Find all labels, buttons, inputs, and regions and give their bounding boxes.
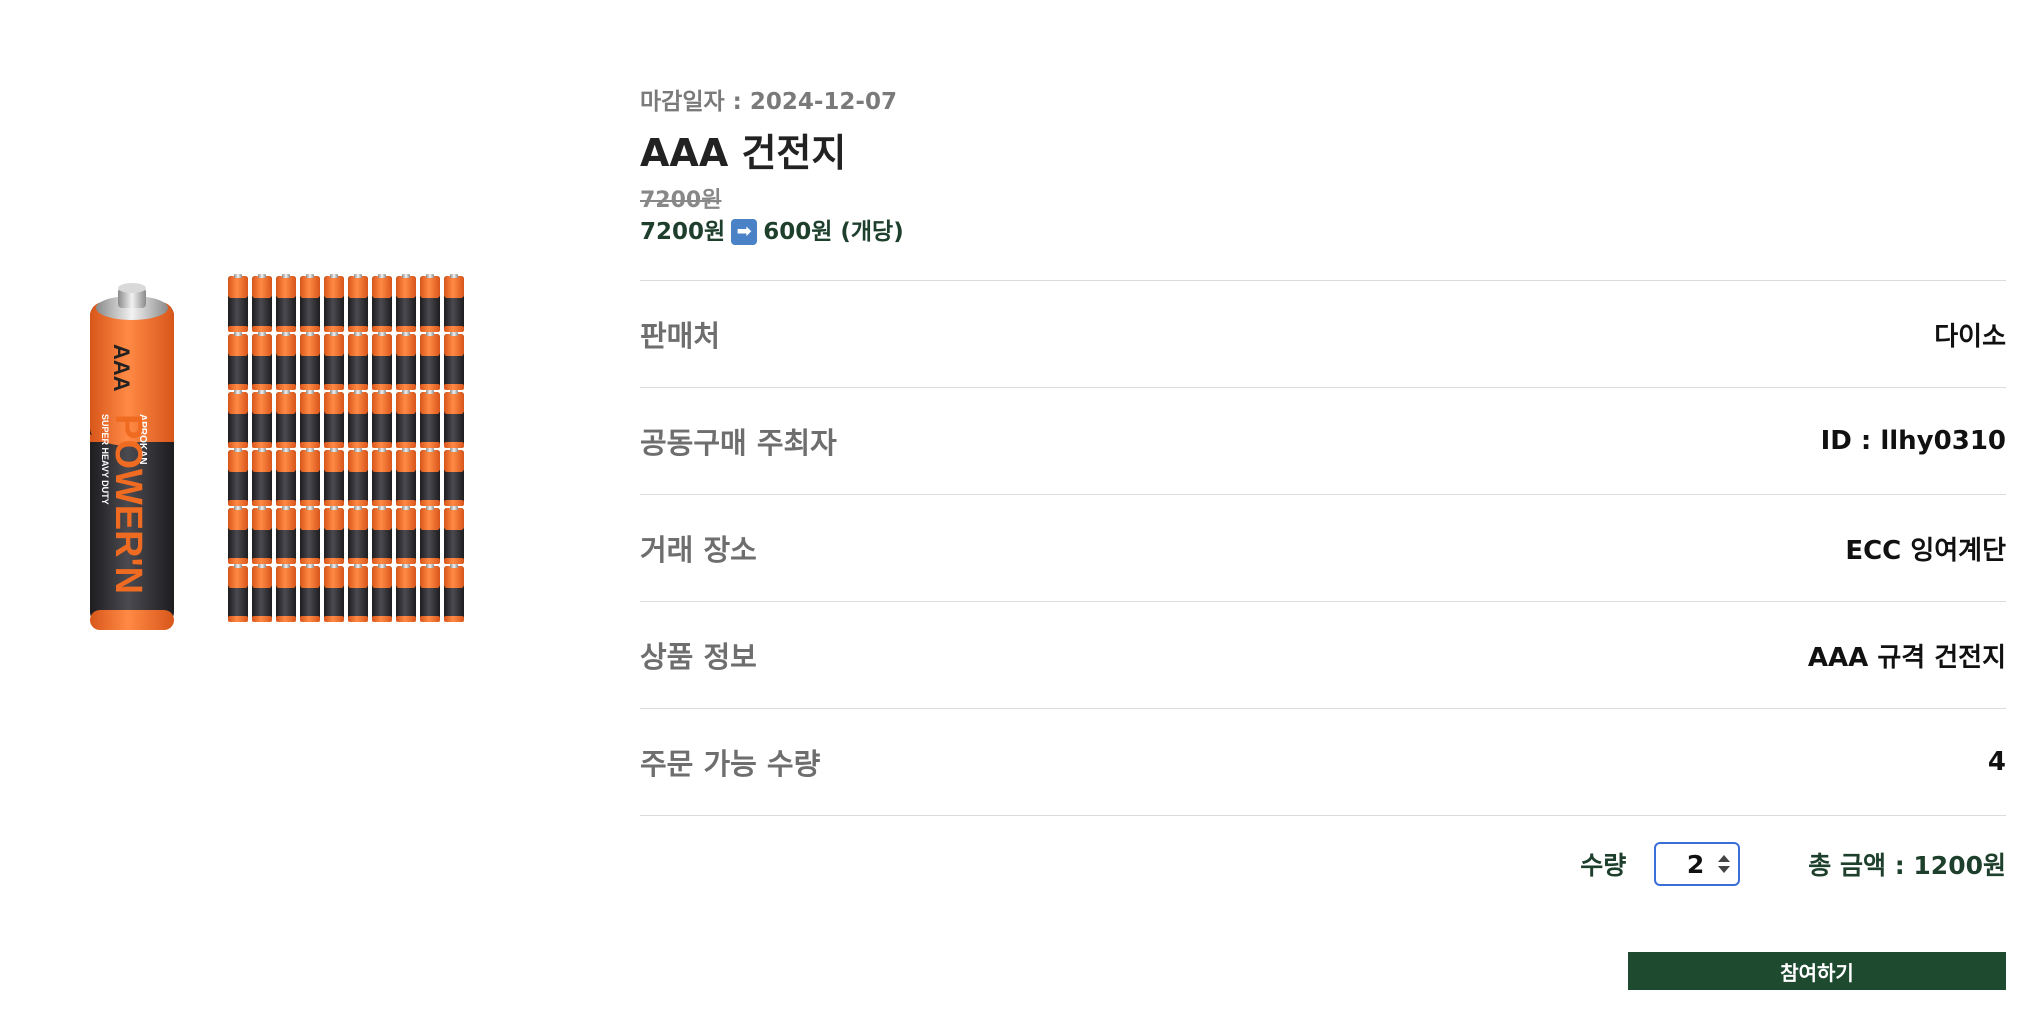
info-label: 거래 장소	[640, 533, 757, 567]
svg-text:AAA: AAA	[109, 344, 134, 392]
price-from: 7200원	[640, 219, 726, 245]
spin-down-icon[interactable]	[1718, 866, 1731, 873]
info-table: 판매처 다이소 공동구매 주최자 ID : llhy0310 거래 장소 ECC…	[640, 280, 2006, 816]
original-price: 7200원	[640, 188, 722, 213]
info-value: 4	[1987, 747, 2006, 777]
product-details: 마감일자 : 2024-12-07 AAA 건전지 7200원 7200원 ➡ …	[640, 86, 2006, 990]
price-to: 600원 (개당)	[763, 219, 904, 245]
info-row-available: 주문 가능 수량 4	[640, 709, 2006, 816]
info-label: 공동구매 주최자	[640, 426, 837, 460]
spin-up-icon[interactable]	[1718, 855, 1731, 862]
quantity-value[interactable]: 2	[1687, 850, 1704, 879]
single-battery: AAA APROKAN POWER'N SUPER HEAVY DUTY	[90, 283, 174, 630]
quantity-stepper[interactable]: 2	[1654, 842, 1741, 886]
info-row-host: 공동구매 주최자 ID : llhy0310	[640, 388, 2006, 495]
join-button[interactable]: 참여하기	[1628, 952, 2006, 990]
svg-text:SUPER HEAVY DUTY: SUPER HEAVY DUTY	[100, 414, 110, 505]
info-label: 상품 정보	[640, 640, 757, 674]
svg-text:POWER'N: POWER'N	[107, 414, 149, 594]
info-label: 판매처	[640, 319, 721, 353]
total-amount: 총 금액 : 1200원	[1808, 851, 2006, 880]
quantity-row: 수량 2 총 금액 : 1200원	[640, 816, 2006, 912]
battery-illustration: AAA APROKAN POWER'N SUPER HEAVY DUTY	[90, 274, 464, 630]
info-value: AAA 규격 건전지	[1807, 642, 2006, 673]
info-row-product: 상품 정보 AAA 규격 건전지	[640, 602, 2006, 709]
quantity-label: 수량	[1580, 851, 1627, 880]
arrow-right-icon: ➡	[731, 219, 758, 245]
battery-pack	[228, 274, 464, 622]
spinner-icon[interactable]	[1718, 850, 1731, 878]
info-value: ID : llhy0310	[1820, 426, 2006, 456]
deadline-text: 마감일자 : 2024-12-07	[640, 89, 897, 115]
info-row-place: 거래 장소 ECC 잉여계단	[640, 495, 2006, 602]
info-row-seller: 판매처 다이소	[640, 281, 2006, 388]
product-title: AAA 건전지	[640, 131, 847, 175]
price-line: 7200원 ➡ 600원 (개당)	[640, 216, 2006, 248]
info-value: ECC 잉여계단	[1845, 535, 2006, 566]
info-value: 다이소	[1934, 321, 2006, 352]
product-image: AAA APROKAN POWER'N SUPER HEAVY DUTY	[88, 264, 468, 664]
info-label: 주문 가능 수량	[640, 747, 821, 781]
